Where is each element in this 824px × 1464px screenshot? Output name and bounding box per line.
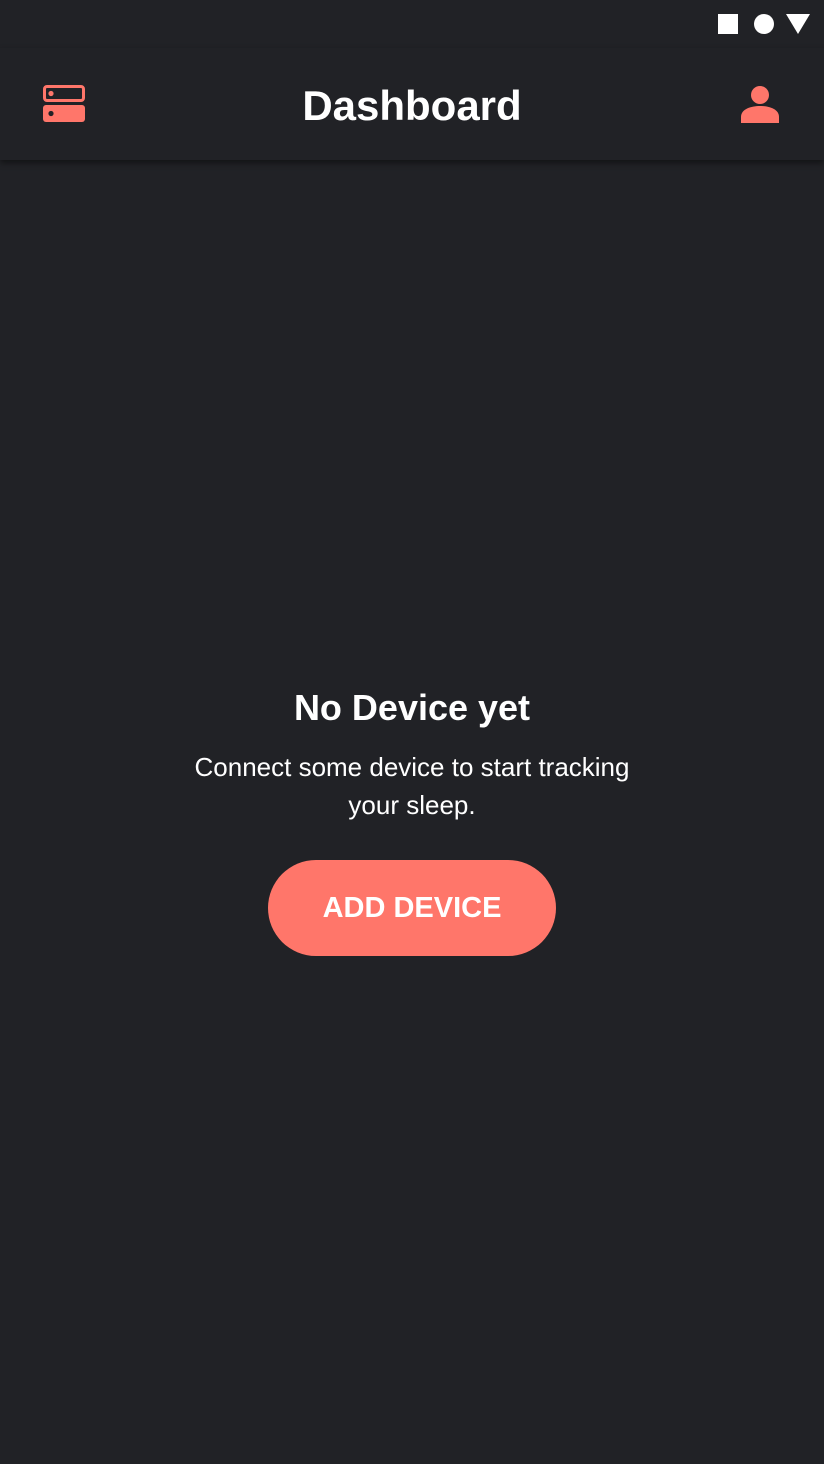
record-circle-icon <box>754 14 774 34</box>
dashboard-screen: Dashboard No Device yet Connect some dev… <box>0 0 824 1464</box>
empty-state: No Device yet Connect some device to sta… <box>0 680 824 956</box>
empty-state-title: No Device yet <box>293 687 531 728</box>
status-bar <box>0 0 824 48</box>
signal-triangle-icon <box>786 14 810 34</box>
app-bar: Dashboard <box>0 48 824 160</box>
person-icon <box>741 86 779 123</box>
empty-state-description: Connect some device to start tracking yo… <box>194 752 630 820</box>
stop-square-icon <box>718 14 738 34</box>
page-title: Dashboard <box>302 82 522 129</box>
profile-button[interactable] <box>726 72 794 136</box>
add-device-button[interactable]: ADD DEVICE <box>268 860 556 956</box>
